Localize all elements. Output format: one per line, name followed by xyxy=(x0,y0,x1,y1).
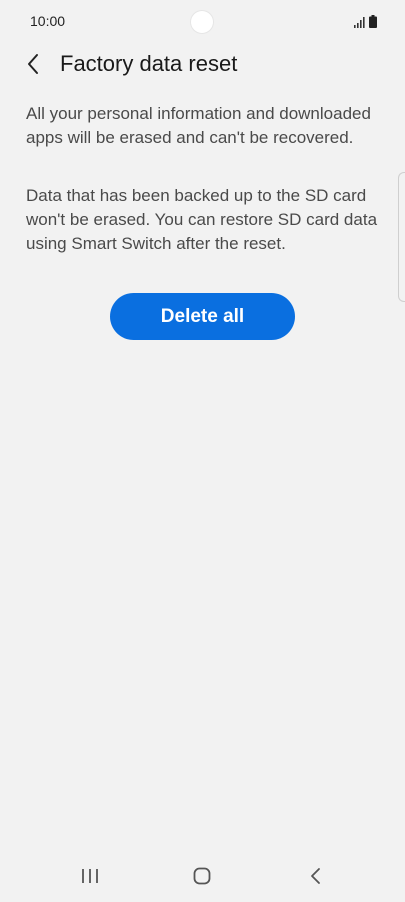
page-title: Factory data reset xyxy=(60,51,238,76)
erase-warning-text: All your personal information and downlo… xyxy=(26,104,371,147)
delete-all-button[interactable]: Delete all xyxy=(110,293,295,340)
status-time: 10:00 xyxy=(30,13,66,29)
home-icon[interactable] xyxy=(193,867,211,885)
app-header: Factory data reset xyxy=(0,44,405,84)
front-camera-cutout xyxy=(191,11,213,33)
navigation-bar xyxy=(0,850,405,902)
back-icon[interactable] xyxy=(308,866,324,886)
status-bar: 10:00 xyxy=(0,0,405,44)
reset-info: All your personal information and downlo… xyxy=(26,102,379,256)
back-button[interactable] xyxy=(18,48,48,80)
edge-panel-handle[interactable] xyxy=(398,172,405,302)
sd-card-info-text: Data that has been backed up to the SD c… xyxy=(26,186,378,253)
chevron-left-icon xyxy=(28,54,38,74)
signal-icon xyxy=(354,17,365,28)
status-icons xyxy=(354,14,377,28)
battery-icon xyxy=(369,15,377,28)
recents-icon[interactable] xyxy=(80,867,100,885)
